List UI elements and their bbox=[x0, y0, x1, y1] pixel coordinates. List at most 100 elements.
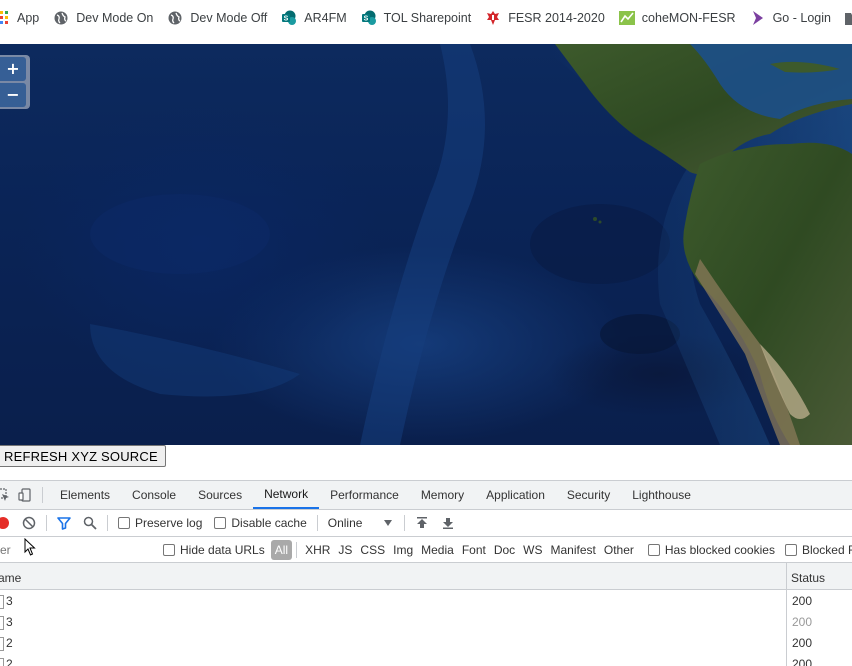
column-divider bbox=[786, 611, 787, 632]
request-status: 200 bbox=[792, 594, 813, 608]
bookmark-fesr[interactable]: FESR 2014-2020 bbox=[479, 5, 613, 31]
svg-text:S: S bbox=[363, 16, 368, 23]
bookmark-app[interactable]: App bbox=[0, 5, 47, 31]
mouse-cursor-icon bbox=[24, 538, 36, 556]
map-view[interactable]: + − bbox=[0, 44, 852, 445]
bookmark-label: Go - Login bbox=[772, 11, 831, 25]
bookmark-label: FESR 2014-2020 bbox=[508, 11, 605, 25]
disable-cache-label: Disable cache bbox=[231, 516, 307, 530]
filter-separator bbox=[296, 542, 298, 558]
tab-console[interactable]: Console bbox=[121, 481, 187, 509]
clear-icon[interactable] bbox=[16, 510, 42, 536]
filter-bar: Hide data URLs All XHR JS CSS Img Media … bbox=[0, 537, 852, 563]
has-blocked-cookies-checkbox[interactable]: Has blocked cookies bbox=[647, 543, 775, 557]
network-request-list: 3 200 3 200 2 200 2 200 bbox=[0, 590, 852, 666]
bookmark-go-login[interactable]: Go - Login bbox=[744, 5, 839, 31]
throttling-select[interactable]: Online bbox=[322, 516, 400, 530]
request-name: 2 bbox=[0, 636, 13, 651]
bookmark-folder[interactable] bbox=[839, 5, 852, 31]
filter-icon[interactable] bbox=[51, 510, 77, 536]
tab-sources[interactable]: Sources bbox=[187, 481, 253, 509]
tab-elements[interactable]: Elements bbox=[49, 481, 121, 509]
bookmark-label: coheMON-FESR bbox=[641, 11, 736, 25]
table-row[interactable]: 3 200 bbox=[0, 611, 852, 632]
column-divider[interactable] bbox=[786, 563, 787, 589]
table-row[interactable]: 2 200 bbox=[0, 632, 852, 653]
filter-type-manifest[interactable]: Manifest bbox=[547, 540, 600, 560]
import-har-icon[interactable] bbox=[409, 510, 435, 536]
export-har-icon[interactable] bbox=[435, 510, 461, 536]
tab-security[interactable]: Security bbox=[556, 481, 621, 509]
bookmark-dev-mode-off[interactable]: Dev Mode Off bbox=[161, 5, 275, 31]
cohemon-icon bbox=[618, 10, 635, 26]
devtools-tab-bar: Elements Console Sources Network Perform… bbox=[0, 481, 852, 510]
fesr-icon bbox=[485, 10, 501, 26]
column-divider bbox=[786, 632, 787, 653]
has-blocked-cookies-label: Has blocked cookies bbox=[664, 543, 775, 557]
bookmark-label: Dev Mode On bbox=[76, 11, 154, 25]
filter-type-media[interactable]: Media bbox=[417, 540, 458, 560]
request-name: 3 bbox=[0, 594, 13, 609]
preserve-log-label: Preserve log bbox=[135, 516, 203, 530]
network-toolbar: Preserve log Disable cache Online bbox=[0, 510, 852, 537]
filter-type-all[interactable]: All bbox=[270, 540, 293, 560]
tab-application[interactable]: Application bbox=[475, 481, 556, 509]
search-icon[interactable] bbox=[77, 510, 103, 536]
zoom-out-button[interactable]: − bbox=[0, 83, 26, 107]
request-name: 2 bbox=[0, 657, 13, 666]
request-status: 200 bbox=[792, 657, 813, 666]
table-row[interactable]: 2 200 bbox=[0, 653, 852, 666]
column-header-name[interactable]: ame bbox=[0, 571, 21, 585]
inspect-element-icon[interactable] bbox=[0, 481, 14, 509]
bookmark-dev-mode-on[interactable]: Dev Mode On bbox=[47, 5, 161, 31]
toolbar-separator bbox=[403, 515, 405, 531]
preserve-log-checkbox[interactable]: Preserve log bbox=[118, 516, 202, 530]
record-icon[interactable] bbox=[0, 510, 16, 536]
tab-performance[interactable]: Performance bbox=[319, 481, 410, 509]
bookmarks-bar: App Dev Mode On Dev Mode Off S AR4FM S T… bbox=[0, 0, 852, 36]
bookmark-cohemon[interactable]: coheMON-FESR bbox=[613, 5, 744, 31]
checkbox-box[interactable] bbox=[163, 544, 175, 556]
sharepoint-icon: S bbox=[361, 10, 377, 26]
tab-network[interactable]: Network bbox=[253, 481, 320, 509]
checkbox-box[interactable] bbox=[647, 544, 660, 556]
column-divider bbox=[786, 590, 787, 611]
checkbox-box[interactable] bbox=[784, 544, 797, 556]
hide-data-urls-checkbox[interactable]: Hide data URLs bbox=[163, 543, 265, 557]
globe-icon bbox=[167, 10, 183, 26]
bookmark-label: App bbox=[17, 11, 40, 25]
zoom-in-button[interactable]: + bbox=[0, 57, 26, 81]
go-icon bbox=[750, 10, 766, 26]
bookmark-tol-sharepoint[interactable]: S TOL Sharepoint bbox=[355, 5, 480, 31]
checkbox-box[interactable] bbox=[118, 517, 130, 529]
request-name: 3 bbox=[0, 615, 13, 630]
filter-options: Hide data URLs All XHR JS CSS Img Media … bbox=[163, 540, 852, 560]
bookmark-label: AR4FM bbox=[304, 11, 347, 25]
table-row[interactable]: 3 200 bbox=[0, 590, 852, 611]
throttling-value: Online bbox=[327, 516, 363, 530]
bookmark-label: Dev Mode Off bbox=[190, 11, 268, 25]
filter-input[interactable] bbox=[0, 540, 144, 560]
filter-type-css[interactable]: CSS bbox=[356, 540, 389, 560]
tab-lighthouse[interactable]: Lighthouse bbox=[621, 481, 702, 509]
filter-type-font[interactable]: Font bbox=[458, 540, 490, 560]
svg-text:S: S bbox=[284, 16, 289, 23]
disable-cache-checkbox[interactable]: Disable cache bbox=[214, 516, 307, 530]
checkbox-box[interactable] bbox=[214, 517, 227, 529]
request-status: 200 bbox=[792, 636, 813, 650]
folder-icon bbox=[844, 10, 852, 26]
column-divider bbox=[786, 653, 787, 666]
refresh-xyz-source-button[interactable]: REFRESH XYZ SOURCE bbox=[0, 445, 166, 467]
tab-memory[interactable]: Memory bbox=[410, 481, 475, 509]
filter-type-img[interactable]: Img bbox=[389, 540, 417, 560]
column-header-status[interactable]: Status bbox=[791, 571, 825, 585]
bookmark-ar4fm[interactable]: S AR4FM bbox=[275, 5, 354, 31]
filter-type-doc[interactable]: Doc bbox=[490, 540, 519, 560]
filter-type-js[interactable]: JS bbox=[334, 540, 356, 560]
filter-type-xhr[interactable]: XHR bbox=[301, 540, 334, 560]
toolbar-separator bbox=[46, 515, 47, 531]
device-toolbar-icon[interactable] bbox=[14, 481, 36, 509]
filter-type-ws[interactable]: WS bbox=[519, 540, 546, 560]
blocked-requests-checkbox[interactable]: Blocked R bbox=[784, 543, 852, 557]
filter-type-other[interactable]: Other bbox=[600, 540, 638, 560]
